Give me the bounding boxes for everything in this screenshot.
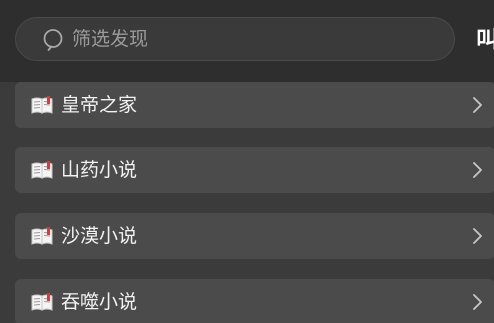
book-icon: [31, 161, 53, 179]
book-icon: [31, 96, 53, 114]
list-item-label: 吞噬小说: [61, 291, 138, 313]
search-input[interactable]: [72, 18, 432, 60]
list-item-shamo[interactable]: 沙漠小说: [15, 213, 494, 259]
list-item-label: 沙漠小说: [61, 225, 138, 247]
list-item-shanyao[interactable]: 山药小说: [15, 147, 494, 193]
list-item-label: 皇帝之家: [61, 94, 138, 116]
book-icon: [31, 293, 53, 311]
top-bar: 叫: [0, 0, 494, 82]
search-box[interactable]: [15, 17, 455, 61]
chevron-right-icon: [473, 162, 482, 178]
menu-button[interactable]: 叫: [476, 22, 494, 54]
book-icon: [31, 227, 53, 245]
list-item-huangdi[interactable]: 皇帝之家: [15, 82, 494, 128]
discover-screen: 叫 皇帝之家: [0, 0, 494, 323]
chevron-right-icon: [473, 294, 482, 310]
chevron-right-icon: [473, 97, 482, 113]
list-item-tunshi[interactable]: 吞噬小说: [15, 279, 494, 323]
chevron-right-icon: [473, 228, 482, 244]
search-icon: [43, 29, 63, 51]
list-item-label: 山药小说: [61, 159, 138, 181]
